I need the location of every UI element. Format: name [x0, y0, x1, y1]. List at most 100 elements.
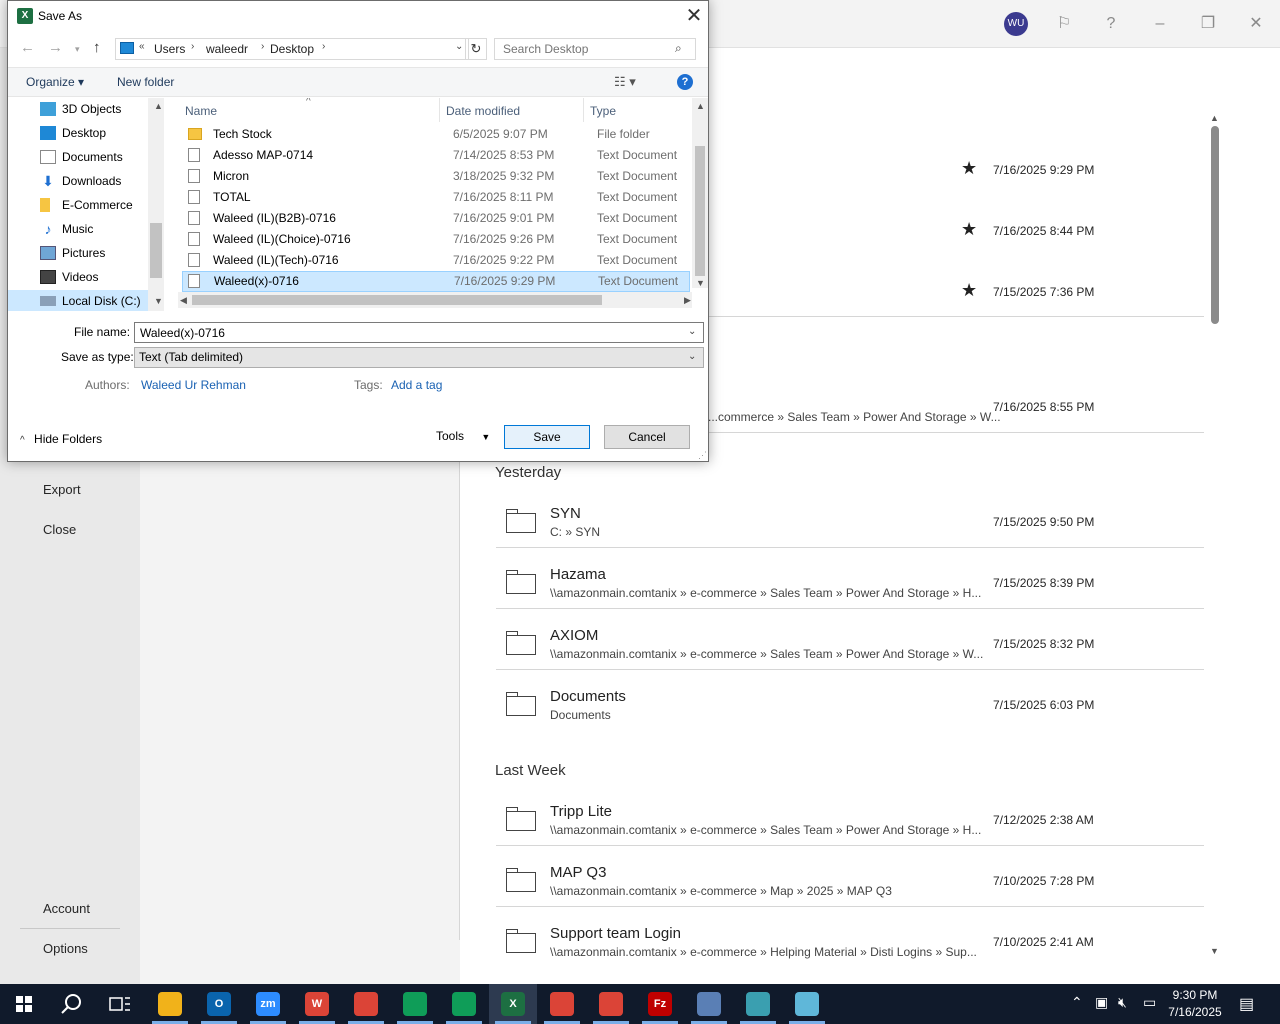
recent-title[interactable]: SYN	[550, 505, 581, 522]
taskbar-app-excel[interactable]: X	[489, 984, 537, 1024]
column-header-type[interactable]: Type	[590, 104, 616, 118]
pin-star-icon[interactable]: ★	[961, 280, 977, 301]
recent-title[interactable]: Hazama	[550, 566, 606, 583]
pin-star-icon[interactable]: ★	[961, 219, 977, 240]
taskbar-app-app-notebook[interactable]	[783, 984, 831, 1024]
task-view-button[interactable]	[96, 984, 144, 1024]
notification-icon[interactable]: ▤	[1239, 994, 1254, 1014]
file-row[interactable]: Adesso MAP-0714 7/14/2025 8:53 PM Text D…	[182, 145, 690, 166]
save-button[interactable]: Save	[504, 425, 590, 449]
address-bar[interactable]: « Users › waleedr › Desktop › ⌄	[115, 38, 469, 60]
recent-title[interactable]: Documents	[550, 688, 626, 705]
nav-item-documents[interactable]: Documents	[40, 146, 160, 168]
close-icon[interactable]: ✕	[1244, 12, 1268, 36]
column-divider[interactable]	[439, 98, 440, 122]
feedback-icon[interactable]: ⚐	[1052, 12, 1076, 36]
address-segment[interactable]: Desktop	[270, 42, 314, 56]
scrollbar-thumb[interactable]	[1211, 126, 1219, 324]
search-input[interactable]	[494, 38, 696, 60]
taskbar-app-zoom[interactable]: zm	[244, 984, 292, 1024]
recent-locations-icon[interactable]: ▾	[75, 44, 80, 55]
taskbar-app-chrome-w[interactable]: W	[293, 984, 341, 1024]
address-segment[interactable]: Users	[154, 42, 185, 56]
file-row[interactable]: Waleed (IL)(B2B)-0716 7/16/2025 9:01 PM …	[182, 208, 690, 229]
nav-item-3d-objects[interactable]: 3D Objects	[40, 98, 160, 120]
clock-date[interactable]: 7/16/2025	[1160, 1005, 1230, 1019]
column-divider[interactable]	[583, 98, 584, 122]
chevron-down-icon[interactable]: ⌄	[455, 41, 463, 52]
column-header-date[interactable]: Date modified	[446, 104, 520, 118]
resize-grip-icon[interactable]: ⋰	[698, 450, 707, 461]
scroll-up-arrow[interactable]: ▲	[696, 101, 705, 111]
file-row-selected[interactable]: Waleed(x)-0716 7/16/2025 9:29 PM Text Do…	[182, 271, 690, 292]
organize-button[interactable]: Organize ▾	[26, 75, 84, 89]
avatar[interactable]: WU	[1004, 12, 1028, 36]
save-type-select[interactable]: Text (Tab delimited)	[134, 347, 704, 368]
nav-scrollbar[interactable]	[148, 98, 164, 311]
help-icon[interactable]: ?	[677, 74, 693, 90]
recent-title[interactable]: AXIOM	[550, 627, 598, 644]
taskbar-app-filezilla[interactable]: Fz	[636, 984, 684, 1024]
search-icon[interactable]: ⌕	[675, 41, 682, 56]
file-name-field[interactable]	[134, 322, 704, 343]
column-header-name[interactable]: Name	[185, 104, 217, 118]
restore-icon[interactable]: ❐	[1196, 12, 1220, 36]
chevron-down-icon[interactable]: ⌄	[688, 351, 696, 362]
taskbar-app-outlook[interactable]: O	[195, 984, 243, 1024]
nav-item-downloads[interactable]: ⬇ Downloads	[40, 170, 160, 192]
scroll-right-arrow[interactable]: ▶	[684, 295, 691, 306]
taskbar-app-chrome-3[interactable]	[391, 984, 439, 1024]
display-icon[interactable]: ▭	[1143, 994, 1156, 1011]
chevron-right-icon[interactable]: ›	[261, 41, 264, 52]
network-icon[interactable]: ▣	[1095, 994, 1108, 1011]
nav-options[interactable]: Options	[43, 941, 88, 956]
refresh-icon[interactable]: ↻	[465, 38, 487, 60]
recent-title[interactable]: MAP Q3	[550, 864, 606, 881]
scroll-up-arrow[interactable]: ▲	[154, 101, 163, 111]
address-segment[interactable]: waleedr	[206, 42, 248, 56]
file-list-vscroll-thumb[interactable]	[695, 146, 705, 276]
nav-item-local-disk[interactable]: Local Disk (C:)	[8, 290, 148, 311]
address-overflow[interactable]: «	[139, 41, 145, 52]
view-options-icon[interactable]: ☷ ▾	[614, 74, 636, 90]
file-list-hscroll-thumb[interactable]	[192, 295, 602, 305]
nav-scrollbar-thumb[interactable]	[150, 223, 162, 278]
up-arrow-icon[interactable]: ↑	[93, 39, 101, 56]
new-folder-button[interactable]: New folder	[117, 75, 174, 89]
scroll-down-arrow[interactable]: ▼	[154, 296, 163, 306]
taskbar-app-chrome-5[interactable]	[538, 984, 586, 1024]
tools-button[interactable]: Tools ▼	[436, 429, 490, 443]
taskbar-app-calculator[interactable]	[685, 984, 733, 1024]
scroll-up-arrow[interactable]: ▲	[1210, 113, 1219, 123]
search-button[interactable]	[48, 984, 96, 1024]
tags-field[interactable]: Add a tag	[391, 378, 442, 392]
speaker-muted-icon[interactable]: 🔇︎	[1118, 994, 1127, 1011]
file-row[interactable]: Tech Stock 6/5/2025 9:07 PM File folder	[182, 124, 690, 145]
file-row[interactable]: TOTAL 7/16/2025 8:11 PM Text Document	[182, 187, 690, 208]
chevron-right-icon[interactable]: ›	[322, 41, 325, 52]
forward-arrow-icon[interactable]: →	[48, 39, 63, 56]
taskbar-app-chrome-4[interactable]	[440, 984, 488, 1024]
nav-item-desktop[interactable]: Desktop	[40, 122, 160, 144]
pin-star-icon[interactable]: ★	[961, 158, 977, 179]
file-row[interactable]: Waleed (IL)(Choice)-0716 7/16/2025 9:26 …	[182, 229, 690, 250]
nav-item-e-commerce[interactable]: E-Commerce	[40, 194, 160, 216]
recent-title[interactable]: Tripp Lite	[550, 803, 612, 820]
scroll-down-arrow[interactable]: ▼	[1210, 946, 1219, 956]
nav-export[interactable]: Export	[43, 482, 81, 497]
scroll-left-arrow[interactable]: ◀	[180, 295, 187, 306]
file-row[interactable]: Micron 3/18/2025 9:32 PM Text Document	[182, 166, 690, 187]
scroll-down-arrow[interactable]: ▼	[696, 278, 705, 288]
start-button[interactable]	[0, 984, 48, 1024]
nav-account[interactable]: Account	[43, 901, 90, 916]
recent-title[interactable]: Support team Login	[550, 925, 681, 942]
nav-item-music[interactable]: ♪ Music	[40, 218, 160, 240]
chevron-up-icon[interactable]: ⌃	[1071, 994, 1083, 1011]
help-icon[interactable]: ?	[1099, 12, 1123, 36]
taskbar-app-app-diamond[interactable]	[734, 984, 782, 1024]
nav-close[interactable]: Close	[43, 522, 76, 537]
cancel-button[interactable]: Cancel	[604, 425, 690, 449]
chevron-down-icon[interactable]: ⌄	[688, 326, 696, 337]
taskbar-app-file-explorer[interactable]	[146, 984, 194, 1024]
dialog-close-button[interactable]: ✕	[682, 5, 706, 29]
